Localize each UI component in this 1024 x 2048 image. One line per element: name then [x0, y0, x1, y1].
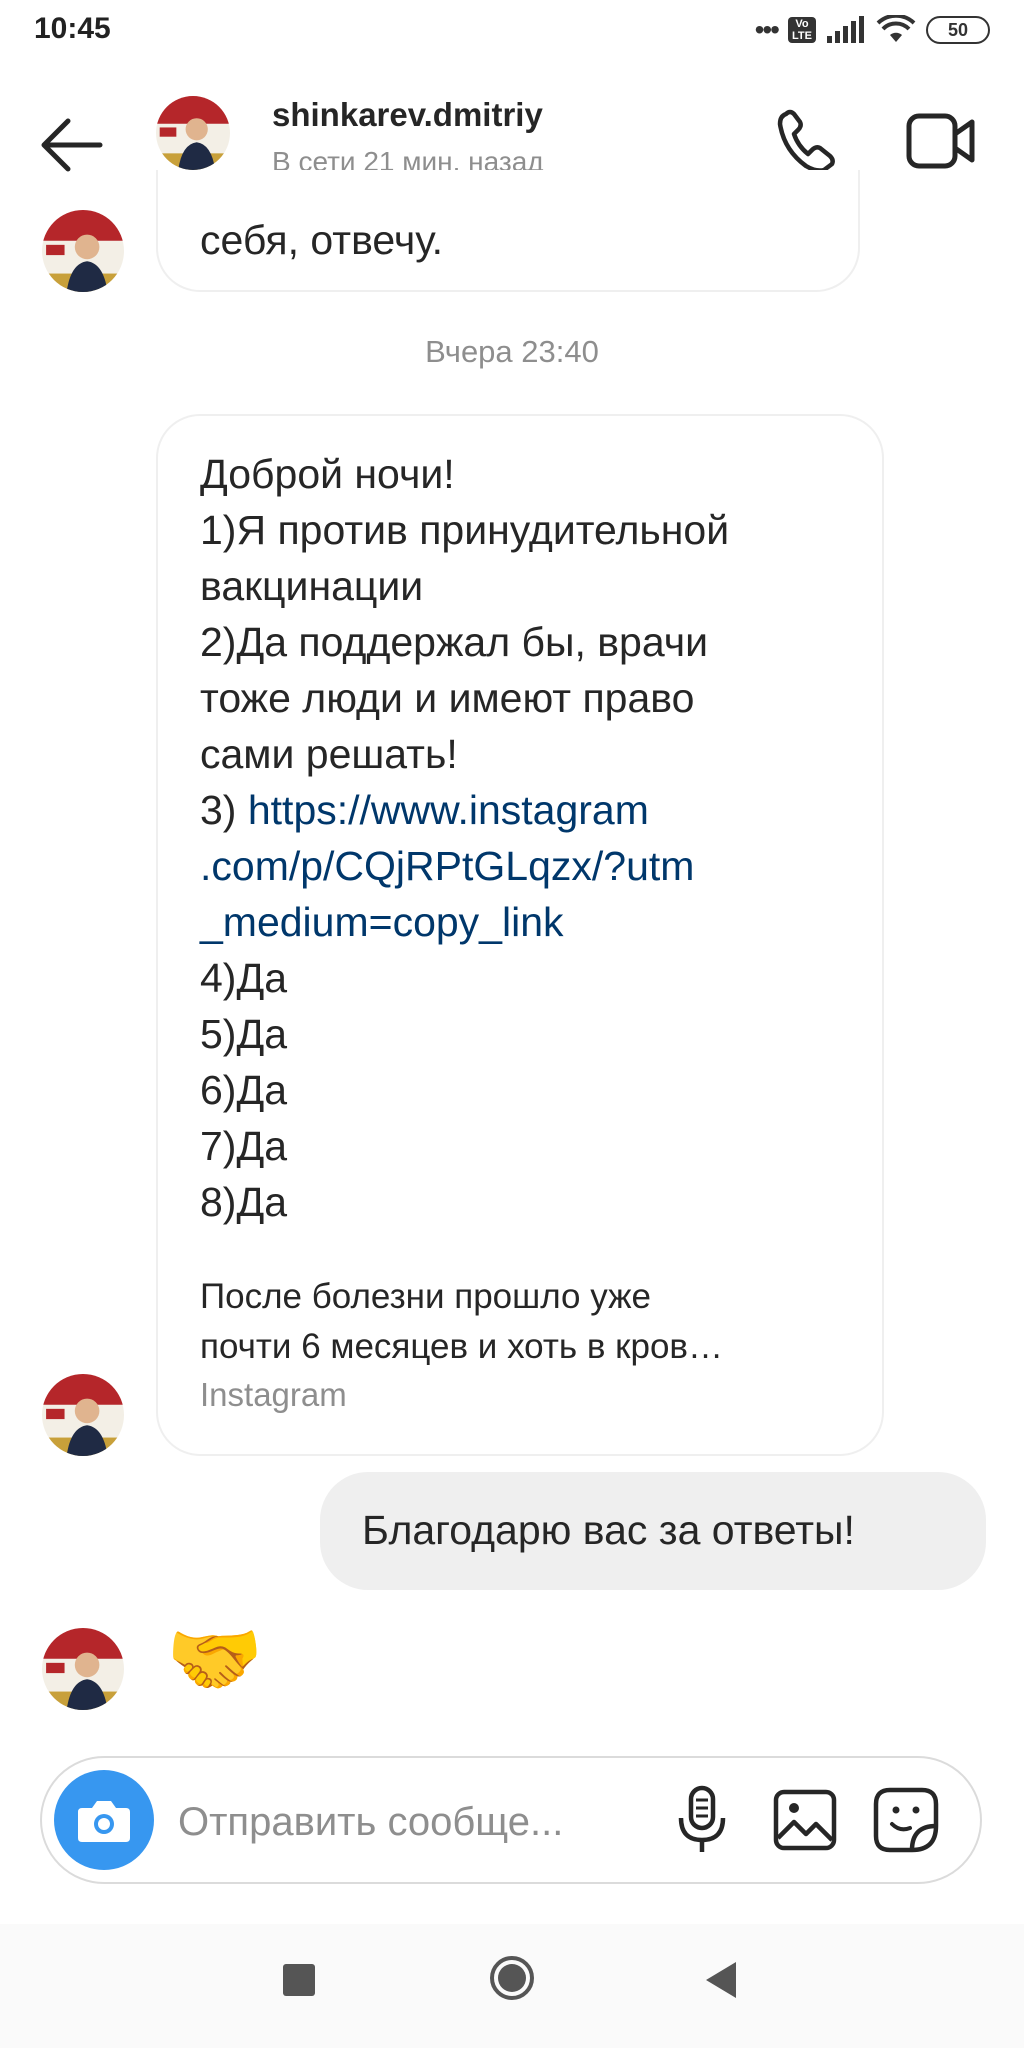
system-navigation-bar: [0, 1924, 1024, 2048]
message-line: Доброй ночи!: [200, 451, 455, 497]
sticker-icon: [873, 1787, 939, 1853]
recents-button[interactable]: [283, 1964, 315, 1996]
gallery-icon: [773, 1789, 837, 1851]
message-body: Доброй ночи! 1)Я против принудительной в…: [200, 446, 860, 1230]
voice-call-button[interactable]: [776, 106, 840, 176]
message-bubble-incoming[interactable]: Доброй ночи! 1)Я против принудительной в…: [156, 414, 884, 1456]
message-bubble-outgoing[interactable]: Благодарю вас за ответы!: [320, 1472, 986, 1590]
more-dots-icon: •••: [754, 14, 780, 45]
home-button[interactable]: [488, 1954, 536, 2002]
message-line: вакцинации: [200, 563, 424, 609]
voice-message-button[interactable]: [672, 1784, 732, 1856]
preview-line: После болезни прошло уже: [200, 1277, 651, 1316]
instagram-link[interactable]: https://www.instagram: [248, 787, 649, 833]
link-preview[interactable]: После болезни прошло уже почти 6 месяцев…: [200, 1272, 860, 1414]
message-link-line: 3) https://www.instagram: [200, 782, 860, 838]
avatar-image: [42, 210, 124, 292]
message-bubble-incoming[interactable]: себя, отвечу.: [156, 170, 860, 292]
message-timestamp: Вчера 23:40: [425, 334, 599, 369]
message-line: 1)Я против принудительной: [200, 507, 730, 553]
message-text: себя, отвечу.: [200, 217, 443, 263]
instagram-link[interactable]: _medium=copy_link: [200, 894, 860, 950]
message-text: Благодарю вас за ответы!: [362, 1507, 855, 1553]
video-camera-icon: [906, 113, 975, 169]
sender-avatar[interactable]: [42, 1628, 124, 1710]
answer-line: 8)Да: [200, 1179, 288, 1225]
camera-button[interactable]: [54, 1770, 154, 1870]
answer-line: 6)Да: [200, 1067, 288, 1113]
answer-line: 5)Да: [200, 1011, 288, 1057]
video-call-button[interactable]: [906, 110, 976, 172]
phone-icon: [777, 109, 835, 173]
message-line: тоже люди и имеют право: [200, 675, 695, 721]
message-line: 2)Да поддержал бы, врачи: [200, 619, 708, 665]
message-line: сами решать!: [200, 731, 458, 777]
signal-icon: [827, 16, 864, 43]
status-icons: ••• Vo LTE 50: [755, 14, 990, 46]
avatar-image: [42, 1628, 124, 1710]
gallery-button[interactable]: [772, 1788, 838, 1852]
sender-avatar[interactable]: [42, 210, 124, 292]
sticker-button[interactable]: [872, 1786, 940, 1854]
chat-username[interactable]: shinkarev.dmitriy: [272, 96, 543, 134]
answer-line: 4)Да: [200, 955, 288, 1001]
wifi-icon: [876, 15, 916, 42]
header-avatar[interactable]: [156, 96, 230, 170]
volte-icon: Vo LTE: [788, 17, 816, 43]
avatar-image: [42, 1374, 124, 1456]
triangle-back-icon: [706, 1962, 736, 1998]
back-arrow-icon: [41, 118, 103, 172]
link-prefix: 3): [200, 787, 248, 833]
status-time: 10:45: [34, 12, 111, 45]
system-back-button[interactable]: [700, 1958, 740, 2002]
handshake-emoji-message[interactable]: 🤝: [166, 1614, 263, 1704]
preview-source: Instagram: [200, 1376, 347, 1413]
back-button[interactable]: [38, 115, 104, 175]
battery-icon: 50: [926, 16, 990, 44]
message-composer: [40, 1756, 982, 1884]
message-input[interactable]: [176, 1786, 680, 1858]
avatar-image: [156, 96, 230, 170]
home-circle-icon: [490, 1956, 534, 2000]
microphone-icon: [678, 1785, 726, 1852]
camera-icon: [78, 1801, 130, 1842]
sender-avatar[interactable]: [42, 1374, 124, 1456]
instagram-link[interactable]: .com/p/CQjRPtGLqzx/?utm: [200, 838, 860, 894]
answer-line: 7)Да: [200, 1123, 288, 1169]
preview-line: почти 6 месяцев и хоть в кров…: [200, 1327, 724, 1366]
